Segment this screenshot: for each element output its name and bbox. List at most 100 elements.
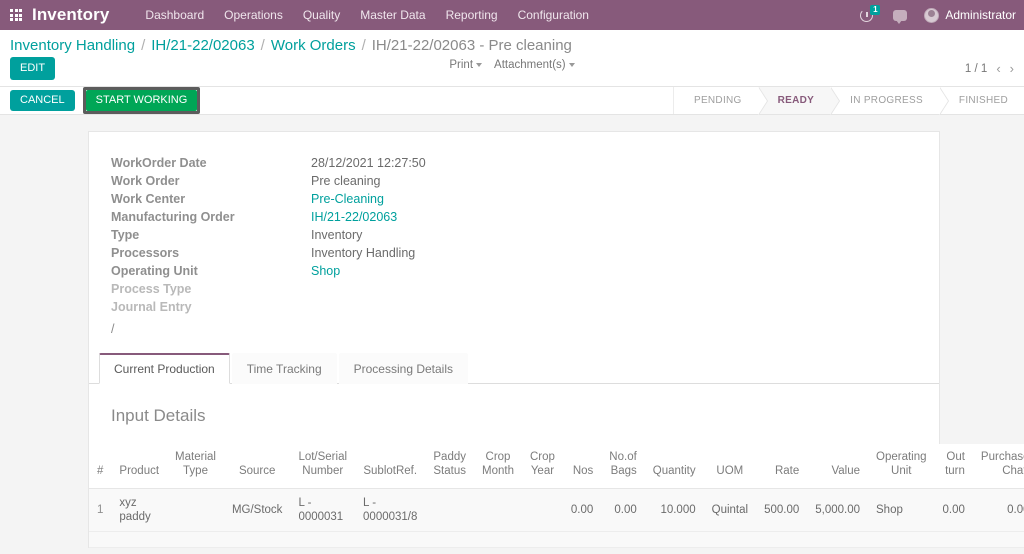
breadcrumb-item-inventory-handling[interactable]: Inventory Handling [10, 37, 135, 54]
cell-source[interactable]: MG/Stock [223, 488, 291, 532]
menu-item-master-data[interactable]: Master Data [350, 1, 435, 29]
column-header-no-of-bags[interactable]: No.of Bags [601, 444, 645, 489]
chevron-down-icon [568, 62, 575, 67]
tab-time-tracking[interactable]: Time Tracking [231, 353, 337, 384]
cell-product[interactable]: xyz paddy [111, 488, 168, 532]
breadcrumb-separator: / [260, 37, 265, 54]
user-menu-button[interactable]: Administrator [918, 5, 1024, 26]
field-value-work-center[interactable]: Pre-Cleaning [311, 192, 384, 206]
input-details-table-container[interactable]: # Product Material Type Source Lot/Seria… [88, 444, 1024, 548]
table-body: 1 xyz paddy MG/Stock L - 0000031 L - 000… [89, 488, 1024, 548]
print-label: Print [449, 59, 474, 71]
field-value-operating-unit[interactable]: Shop [311, 264, 340, 278]
cell-index: 1 [89, 488, 112, 532]
column-header-index[interactable]: # [89, 444, 112, 489]
attachments-label: Attachment(s) [494, 59, 566, 71]
table-header-row: # Product Material Type Source Lot/Seria… [89, 444, 1024, 489]
start-working-button[interactable]: START WORKING [85, 90, 198, 111]
column-header-rate[interactable]: Rate [756, 444, 808, 489]
cell-value[interactable]: 5,000.00 [807, 488, 869, 532]
field-value-process-type [311, 280, 426, 298]
cell-uom[interactable]: Quintal [703, 488, 757, 532]
breadcrumb-item-work-orders[interactable]: Work Orders [271, 37, 356, 54]
table-row[interactable]: 1 xyz paddy MG/Stock L - 0000031 L - 000… [89, 488, 1024, 532]
column-header-value[interactable]: Value [807, 444, 869, 489]
column-header-paddy-status[interactable]: Paddy Status [425, 444, 474, 489]
edit-button[interactable]: EDIT [10, 57, 56, 80]
table-blank-cell [89, 531, 1024, 548]
status-bar: CANCEL START WORKING PENDING READY IN PR… [0, 86, 1024, 115]
column-header-operating-unit[interactable]: Operating Unit [868, 444, 935, 489]
chevron-right-icon[interactable]: › [1010, 62, 1014, 75]
user-name-label: Administrator [945, 8, 1016, 22]
field-value-journal-entry [311, 298, 426, 316]
cell-sublot-ref[interactable]: L - 0000031/8 [355, 488, 426, 532]
column-header-nos[interactable]: Nos [562, 444, 602, 489]
menu-item-reporting[interactable]: Reporting [436, 1, 508, 29]
menu-item-configuration[interactable]: Configuration [508, 1, 599, 29]
column-header-sublot-ref[interactable]: SublotRef. [355, 444, 426, 489]
attachments-dropdown[interactable]: Attachment(s) [494, 59, 575, 71]
breadcrumb: Inventory Handling / IH/21-22/02063 / Wo… [0, 30, 1024, 56]
menu-item-quality[interactable]: Quality [293, 1, 350, 29]
field-label-workorder-date: WorkOrder Date [111, 156, 207, 170]
cell-lot-serial-number[interactable]: L - 0000031 [290, 488, 356, 532]
menu-item-operations[interactable]: Operations [214, 1, 293, 29]
column-header-quantity[interactable]: Quantity [644, 444, 704, 489]
field-value-workorder-date: 28/12/2021 12:27:50 [311, 156, 426, 170]
column-header-source[interactable]: Source [223, 444, 291, 489]
field-label-journal-entry: Journal Entry [111, 300, 192, 314]
app-brand-title[interactable]: Inventory [32, 5, 109, 26]
field-value-work-order: Pre cleaning [311, 174, 381, 188]
status-stage-ready[interactable]: READY [757, 86, 840, 115]
column-header-crop-month[interactable]: Crop Month [474, 444, 522, 489]
column-header-out-turn[interactable]: Out turn [934, 444, 973, 489]
field-row-work-order: Work Order Pre cleaning [111, 172, 426, 190]
form-trailing-text: / [111, 322, 115, 336]
column-header-material-type[interactable]: Material Type [167, 444, 224, 489]
cell-quantity[interactable]: 10.000 [644, 488, 704, 532]
status-stage-pending[interactable]: PENDING [673, 86, 768, 115]
control-panel-dropdowns: Print Attachment(s) [0, 59, 1024, 71]
start-working-highlight: START WORKING [82, 87, 201, 114]
status-bar-actions: CANCEL START WORKING [0, 87, 201, 114]
column-header-uom[interactable]: UOM [703, 444, 757, 489]
cell-no-of-bags[interactable]: 0.00 [601, 488, 645, 532]
user-avatar-icon [924, 7, 940, 23]
menu-item-dashboard[interactable]: Dashboard [135, 1, 214, 29]
status-stage-finished[interactable]: FINISHED [938, 87, 1024, 114]
cell-purchase-chaff[interactable]: 0.00 [972, 488, 1024, 532]
cell-material-type[interactable] [167, 488, 224, 532]
cancel-button[interactable]: CANCEL [10, 90, 75, 111]
grid-apps-icon [10, 9, 22, 21]
cell-paddy-status[interactable] [425, 488, 474, 532]
cell-crop-month[interactable] [474, 488, 522, 532]
cell-operating-unit[interactable]: Shop [868, 488, 935, 532]
column-header-crop-year[interactable]: Crop Year [521, 444, 563, 489]
cell-out-turn[interactable]: 0.00 [934, 488, 973, 532]
field-row-work-center: Work Center Pre-Cleaning [111, 190, 426, 208]
field-label-processors: Processors [111, 246, 180, 260]
control-panel: Inventory Handling / IH/21-22/02063 / Wo… [0, 30, 1024, 87]
cell-crop-year[interactable] [521, 488, 563, 532]
chevron-left-icon[interactable]: ‹ [996, 62, 1000, 75]
breadcrumb-item-manufacturing-order[interactable]: IH/21-22/02063 [151, 37, 254, 54]
work-order-fields: WorkOrder Date 28/12/2021 12:27:50 Work … [111, 154, 426, 316]
tab-current-production[interactable]: Current Production [99, 353, 230, 384]
print-dropdown[interactable]: Print [449, 59, 483, 71]
cell-rate[interactable]: 500.00 [756, 488, 808, 532]
breadcrumb-separator: / [361, 37, 366, 54]
field-label-operating-unit: Operating Unit [111, 264, 198, 278]
messaging-menu-button[interactable] [884, 6, 916, 25]
cell-nos[interactable]: 0.00 [562, 488, 602, 532]
column-header-lot-serial-number[interactable]: Lot/Serial Number [290, 444, 356, 489]
field-value-manufacturing-order[interactable]: IH/21-22/02063 [311, 210, 397, 224]
table-blank-row [89, 531, 1024, 548]
status-stage-in-progress[interactable]: IN PROGRESS [830, 86, 949, 115]
tab-processing-details[interactable]: Processing Details [338, 353, 468, 384]
activity-menu-button[interactable]: 1 [851, 4, 882, 26]
chat-bubble-icon [893, 9, 908, 24]
column-header-purchase-chaff[interactable]: Purchase Chaff [972, 444, 1024, 489]
apps-menu-button[interactable] [0, 0, 32, 30]
column-header-product[interactable]: Product [111, 444, 168, 489]
